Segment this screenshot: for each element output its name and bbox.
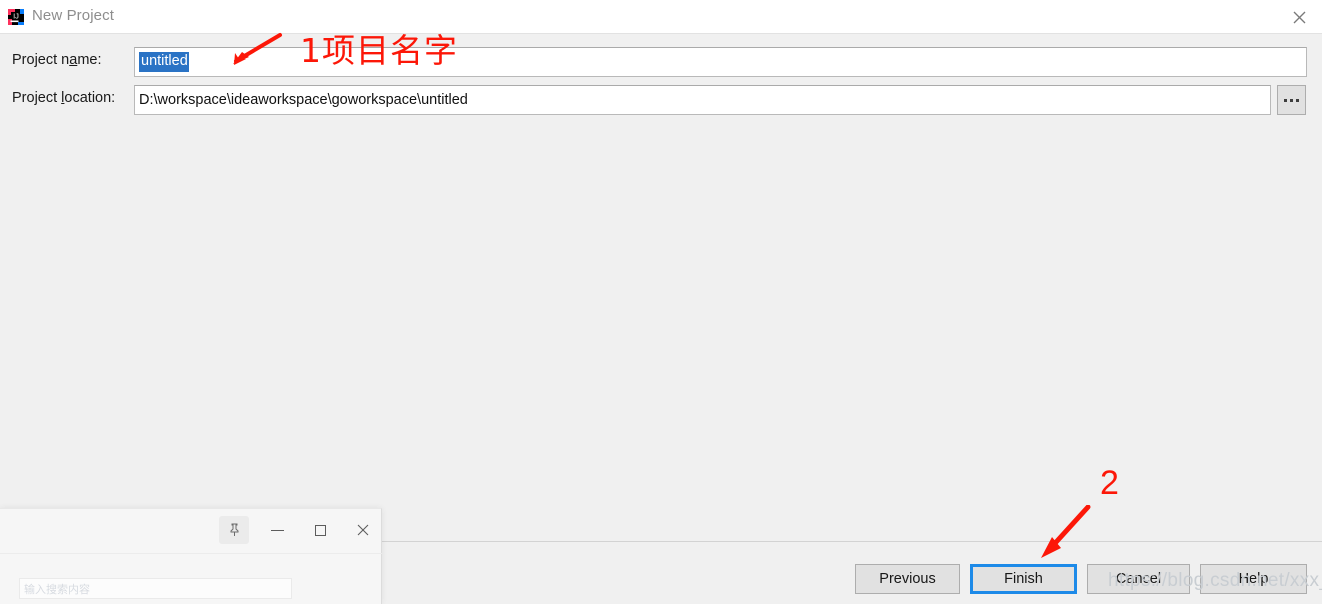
overlay-separator — [0, 553, 382, 554]
project-location-input[interactable]: D:\workspace\ideaworkspace\goworkspace\u… — [134, 85, 1271, 115]
overlay-search-input[interactable]: 输入搜索内容 — [19, 578, 292, 599]
project-name-value: untitled — [139, 52, 189, 72]
project-name-row: Project name: untitled — [0, 47, 1322, 77]
minimize-icon[interactable] — [262, 516, 292, 544]
previous-button[interactable]: Previous — [855, 564, 960, 594]
title-bar: IJ New Project — [0, 0, 1322, 34]
maximize-icon[interactable] — [305, 516, 335, 544]
new-project-dialog: IJ New Project Project name: untitled Pr… — [0, 0, 1322, 604]
browse-location-button[interactable] — [1277, 85, 1306, 115]
intellij-idea-logo-icon: IJ — [7, 8, 25, 26]
finish-button[interactable]: Finish — [970, 564, 1077, 594]
project-location-row: Project location: D:\workspace\ideaworks… — [0, 85, 1322, 115]
ellipsis-icon — [1284, 98, 1299, 102]
project-location-label: Project location: — [12, 90, 116, 106]
form-area: Project name: untitled Project location:… — [0, 34, 1322, 541]
cancel-button[interactable]: Cancel — [1087, 564, 1190, 594]
overlay-close-icon[interactable] — [348, 516, 378, 544]
help-button[interactable]: Help — [1200, 564, 1307, 594]
project-location-value: D:\workspace\ideaworkspace\goworkspace\u… — [139, 92, 468, 108]
project-name-input[interactable]: untitled — [134, 47, 1307, 77]
window-title: New Project — [32, 7, 114, 24]
project-name-label: Project name: — [12, 52, 102, 68]
close-icon[interactable] — [1276, 0, 1322, 34]
svg-text:IJ: IJ — [13, 12, 19, 21]
pin-icon[interactable] — [219, 516, 249, 544]
